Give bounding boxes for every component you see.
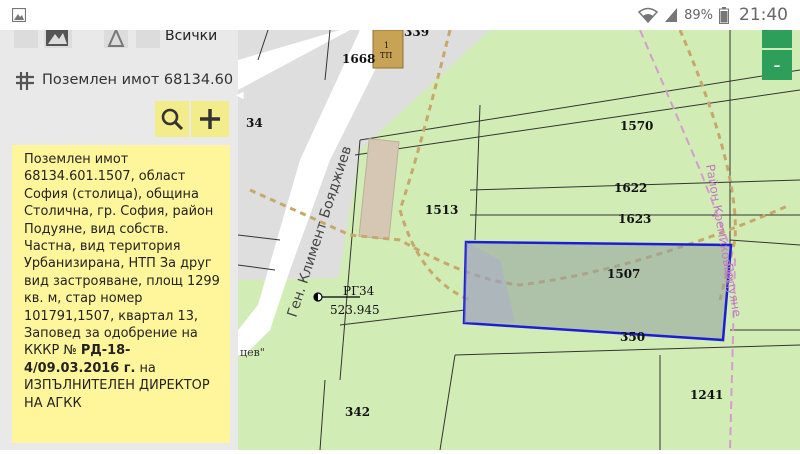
parcel-label-1513: 1513 — [425, 203, 458, 217]
tp-label-code: ТП — [380, 51, 392, 60]
parcel-label-1622: 1622 — [614, 181, 647, 195]
parcel-label-342: 342 — [345, 405, 370, 419]
parcel-header: Поземлен имот 68134.60 — [42, 72, 234, 88]
parcel-label-34: 34 — [246, 116, 263, 130]
signal-icon — [665, 8, 678, 22]
plus-icon — [200, 109, 220, 129]
parcel-label-1241: 1241 — [690, 388, 723, 402]
parcel-info-panel: Поземлен имот 68134.601.1507, област Соф… — [12, 145, 230, 443]
sidebar: Всички Поземлен имот 68134.60 Поземлен и… — [0, 0, 238, 450]
gallery-notification-icon — [12, 8, 26, 22]
map-canvas[interactable]: 1668 339 34 1570 1622 1623 1513 1507 350… — [237, 0, 800, 451]
parcel-info-text: Поземлен имот 68134.601.1507, област Соф… — [24, 152, 220, 359]
status-bar: 89% 21:40 — [0, 0, 800, 30]
grid-icon — [16, 72, 34, 90]
parcel-label-1623: 1623 — [618, 212, 651, 226]
street-label-fragment: цев" — [240, 346, 265, 359]
battery-icon — [719, 6, 729, 24]
zoom-in-button[interactable] — [762, 30, 792, 48]
zoom-out-button[interactable]: - — [762, 50, 792, 80]
layer-all-label: Всички — [165, 28, 218, 44]
survey-point-value: 523.945 — [330, 303, 380, 317]
parcel-label-350: 350 — [620, 330, 645, 344]
search-icon — [161, 108, 184, 131]
tp-label-number: 1 — [384, 41, 389, 50]
clock: 21:40 — [739, 5, 788, 25]
cadastral-map[interactable]: 1668 339 34 1570 1622 1623 1513 1507 350… — [237, 0, 800, 451]
parcel-label-1570: 1570 — [620, 119, 653, 133]
parcel-label-1668: 1668 — [342, 52, 375, 66]
search-button[interactable] — [155, 101, 189, 137]
collapse-sidebar-handle[interactable]: ◀ — [236, 90, 244, 101]
battery-percent: 89% — [684, 7, 713, 23]
add-button[interactable] — [191, 101, 229, 137]
parcel-label-1507: 1507 — [607, 267, 640, 281]
wifi-icon — [638, 7, 659, 23]
survey-point-label: РГ34 — [343, 284, 375, 298]
